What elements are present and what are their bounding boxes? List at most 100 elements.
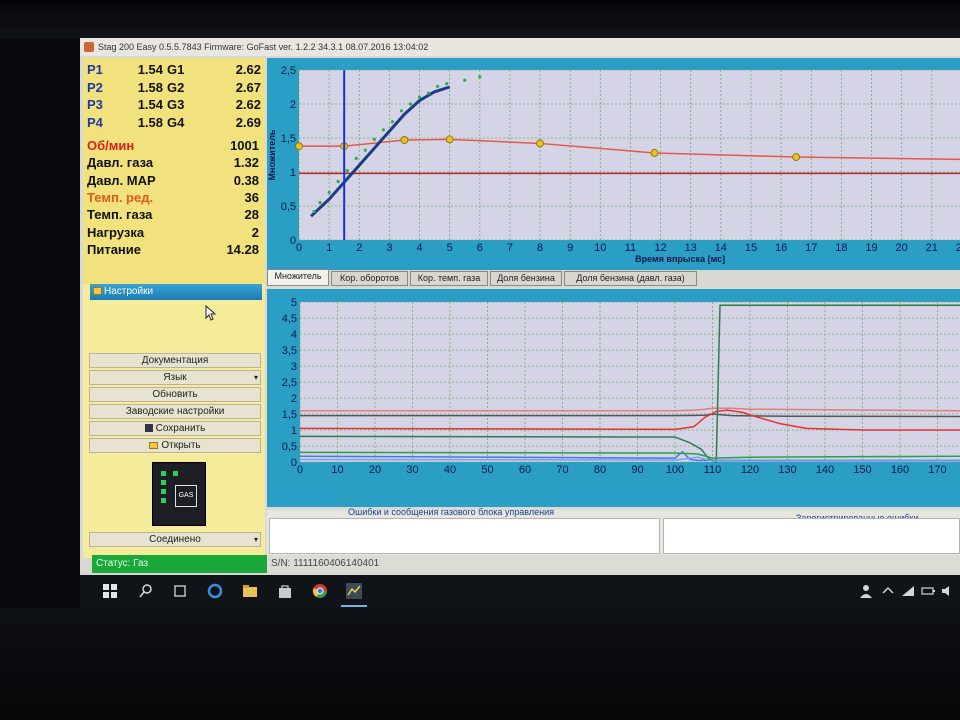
settings-header[interactable]: Настройки	[90, 284, 262, 300]
injector-g-label: G2	[167, 79, 185, 95]
open-folder-icon	[149, 442, 159, 449]
file-explorer-icon[interactable]	[242, 583, 258, 599]
param-label: Темп. ред.	[87, 189, 154, 205]
app-window: Stag 200 Easy 0.5.5.7843 Firmware: GoFas…	[80, 38, 960, 608]
tab-gas-temp-correction[interactable]: Кор. темп. газа	[410, 271, 488, 286]
scatter-point	[426, 91, 431, 95]
x-tick-label: 0	[296, 242, 302, 254]
param-label: Темп. газа	[87, 207, 153, 223]
edge-browser-icon[interactable]	[207, 583, 223, 599]
y-tick-label: 0,5	[282, 441, 297, 453]
status-bar: Статус: Газ	[92, 555, 267, 573]
x-tick-label: 14	[715, 242, 727, 254]
x-tick-label: 0	[297, 464, 303, 476]
person-icon[interactable]	[858, 583, 874, 599]
readings-panel: P1 1.54 G1 2.62 P2 1.58 G2 2.67 P3 1.54 G3 2.62 P4 1.…	[83, 58, 265, 284]
gas-pump-icon: GAS	[175, 485, 197, 507]
x-tick-label: 8	[537, 242, 543, 254]
update-button[interactable]: Обновить	[89, 387, 261, 402]
connection-label: Соединено	[149, 534, 201, 545]
injector-g-label: G4	[167, 114, 185, 130]
x-tick-label: 7	[507, 242, 513, 254]
y-tick-label: 2,5	[282, 377, 297, 389]
scatter-point	[312, 209, 316, 214]
language-select[interactable]: Язык ▾	[89, 370, 261, 385]
tab-label: Доля бензина	[497, 273, 555, 283]
x-tick-label: 17	[805, 242, 817, 254]
open-button[interactable]: Открыть	[89, 438, 261, 453]
x-tick-label: 19	[865, 242, 877, 254]
scatter-point	[345, 169, 349, 173]
task-view-icon[interactable]	[172, 583, 188, 599]
y-tick-label: 5	[291, 297, 297, 309]
tab-label: Кор. темп. газа	[417, 273, 481, 283]
x-tick-label: 10	[331, 464, 343, 476]
param-value: 14.28	[226, 241, 259, 257]
registered-errors-box[interactable]	[663, 518, 960, 554]
windows-taskbar	[80, 575, 960, 608]
param-label: Давл. MAP	[87, 172, 156, 188]
chevron-up-icon[interactable]	[880, 583, 896, 599]
x-tick-label: 90	[631, 464, 643, 476]
x-tick-label: 16	[775, 242, 787, 254]
y-tick-label: 4,5	[282, 313, 297, 325]
tab-multiplier[interactable]: Множитель	[267, 269, 329, 286]
injector-g-value: 2.69	[235, 114, 261, 130]
factory-settings-button[interactable]: Заводские настройки	[89, 404, 261, 419]
save-button[interactable]: Сохранить	[89, 421, 261, 436]
tab-rpm-correction[interactable]: Кор. оборотов	[331, 271, 408, 286]
x-tick-label: 3	[386, 242, 392, 254]
injector-p-value: 1.58	[137, 79, 163, 95]
windows-start-icon[interactable]	[102, 583, 118, 599]
marker-point	[295, 142, 303, 151]
tab-petrol-share-gas-pressure[interactable]: Доля бензина (давл. газа)	[564, 271, 697, 286]
network-icon[interactable]	[900, 583, 916, 599]
ecu-messages-box[interactable]	[269, 518, 660, 554]
battery-icon[interactable]	[920, 583, 936, 599]
x-tick-label: 11	[625, 242, 636, 254]
multiplier-chart[interactable]: 01234567891011121314151617181920212200,5…	[267, 58, 960, 270]
dropdown-arrow-icon: ▾	[253, 535, 258, 544]
connection-select[interactable]: Соединено ▾	[89, 532, 261, 547]
volume-icon[interactable]	[940, 583, 956, 599]
led-icon	[173, 471, 178, 476]
scatter-point	[363, 148, 367, 152]
app-icon	[84, 42, 94, 52]
injector-p-label: P1	[87, 62, 103, 77]
floppy-disk-icon	[144, 424, 153, 432]
y-tick-label: 3,5	[282, 345, 297, 357]
x-tick-label: 50	[481, 464, 493, 476]
factory-settings-label: Заводские настройки	[125, 406, 225, 417]
search-icon[interactable]	[138, 583, 154, 599]
serial-number-bar: S/N: 1111160406140401	[267, 555, 960, 573]
plot-area	[299, 70, 960, 240]
led-icon	[161, 471, 166, 476]
x-tick-label: 150	[853, 464, 871, 476]
update-label: Обновить	[152, 389, 198, 400]
injector-p-label: P4	[87, 114, 103, 130]
y-tick-label: 2	[291, 393, 297, 405]
marker-point	[792, 153, 801, 161]
marker-point	[400, 136, 409, 144]
chrome-browser-icon[interactable]	[312, 583, 328, 599]
y-tick-label: 0	[290, 235, 296, 247]
x-tick-label: 120	[741, 464, 759, 476]
y-axis-label: Множитель	[267, 129, 277, 180]
tab-petrol-share[interactable]: Доля бензина	[490, 271, 562, 286]
oscilloscope-chart[interactable]: 0 10 20 30 40 50 60 70 80 90 100 110 120 130 140 150 160…	[267, 289, 960, 507]
documentation-button[interactable]: Документация	[89, 353, 261, 368]
param-value: 0.38	[233, 172, 259, 188]
injector-g-value: 2.62	[235, 97, 261, 112]
window-title: Stag 200 Easy 0.5.5.7843 Firmware: GoFas…	[98, 42, 429, 52]
scatter-point	[478, 75, 482, 79]
injector-g-label: G1	[167, 62, 185, 77]
store-icon[interactable]	[277, 583, 293, 599]
led-icon	[161, 480, 166, 485]
x-tick-label: 2	[356, 242, 362, 254]
y-tick-label: 0	[291, 457, 297, 469]
stag-app-icon[interactable]	[346, 583, 362, 599]
y-tick-label: 1,5	[282, 409, 297, 421]
gas-switch-widget[interactable]: GAS	[152, 462, 206, 526]
param-value: 2	[251, 224, 259, 240]
x-tick-label: 140	[816, 464, 834, 476]
